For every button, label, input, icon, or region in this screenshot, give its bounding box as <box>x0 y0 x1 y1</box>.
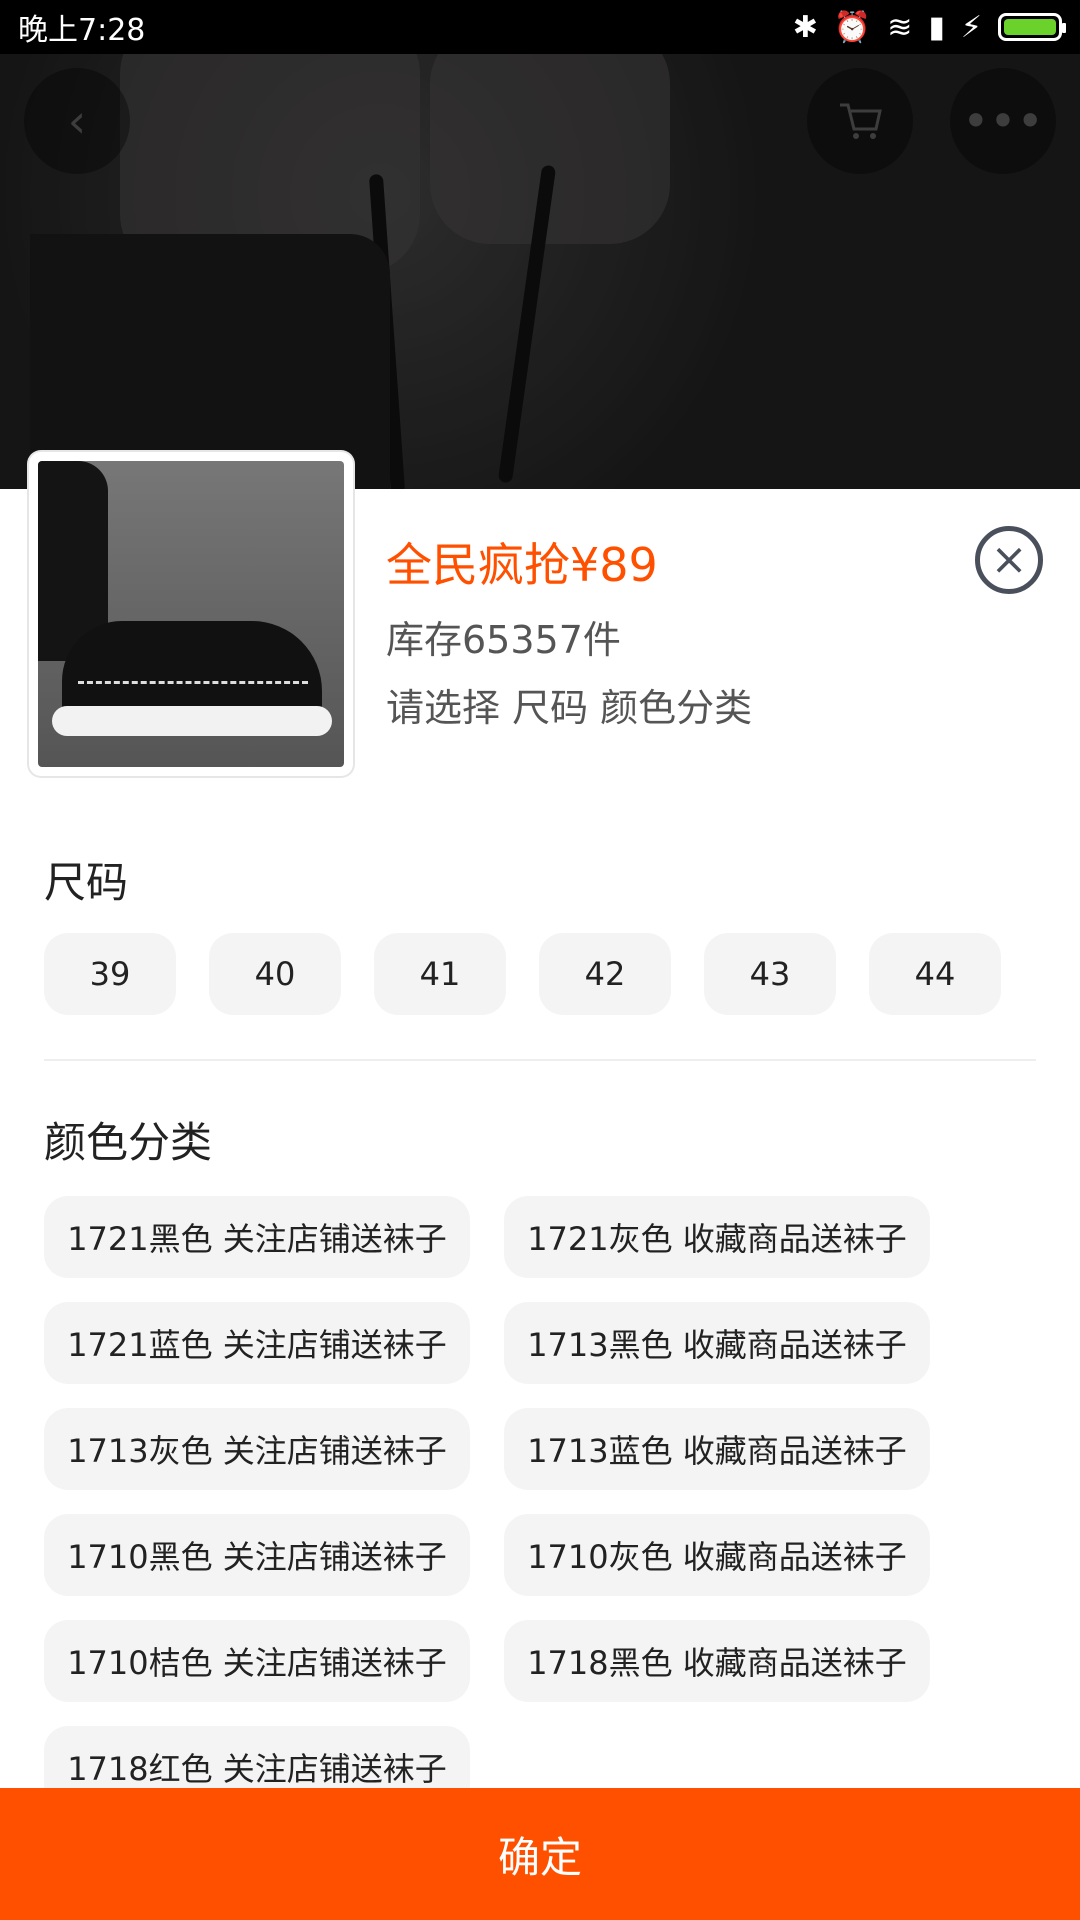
size-section-title: 尺码 <box>44 858 129 907</box>
more-icon: ••• <box>962 94 1044 148</box>
status-icons: ✱ ⏰ ≋ ▮ ⚡ <box>792 9 1066 45</box>
color-option[interactable]: 1713灰色 关注店铺送袜子 <box>44 1408 470 1490</box>
status-time: 晚上7:28 <box>18 13 146 48</box>
color-option[interactable]: 1710黑色 关注店铺送袜子 <box>44 1514 470 1596</box>
product-price: 全民疯抢¥89 <box>386 538 658 592</box>
back-button[interactable]: ‹ <box>24 68 130 174</box>
wifi-icon: ≋ <box>887 9 913 45</box>
back-arrow-icon: ‹ <box>67 94 87 148</box>
alarm-icon: ⏰ <box>833 9 872 45</box>
color-option[interactable]: 1718黑色 收藏商品送袜子 <box>504 1620 930 1702</box>
color-option[interactable]: 1713黑色 收藏商品送袜子 <box>504 1302 930 1384</box>
color-option[interactable]: 1710桔色 关注店铺送袜子 <box>44 1620 470 1702</box>
cart-button[interactable] <box>807 68 913 174</box>
size-option-42[interactable]: 42 <box>539 933 671 1015</box>
product-stock: 库存65357件 <box>386 618 621 662</box>
close-icon: × <box>990 534 1028 585</box>
close-button[interactable]: × <box>975 526 1043 594</box>
size-option-39[interactable]: 39 <box>44 933 176 1015</box>
size-option-43[interactable]: 43 <box>704 933 836 1015</box>
color-option[interactable]: 1710灰色 收藏商品送袜子 <box>504 1514 930 1596</box>
charging-icon: ⚡ <box>960 9 982 45</box>
cart-icon <box>840 103 882 139</box>
color-option[interactable]: 1721黑色 关注店铺送袜子 <box>44 1196 470 1278</box>
more-button[interactable]: ••• <box>950 68 1056 174</box>
size-option-44[interactable]: 44 <box>869 933 1001 1015</box>
product-hero-image: ‹ ••• <box>0 54 1080 489</box>
size-option-40[interactable]: 40 <box>209 933 341 1015</box>
confirm-button[interactable]: 确定 <box>0 1788 1080 1920</box>
signal-icon: ▮ <box>928 9 945 45</box>
bluetooth-icon: ✱ <box>792 9 818 45</box>
product-thumbnail <box>29 452 353 776</box>
color-option[interactable]: 1713蓝色 收藏商品送袜子 <box>504 1408 930 1490</box>
size-option-41[interactable]: 41 <box>374 933 506 1015</box>
section-divider <box>44 1059 1036 1061</box>
color-section-title: 颜色分类 <box>44 1118 213 1167</box>
status-bar: 晚上7:28 ✱ ⏰ ≋ ▮ ⚡ <box>0 0 1080 54</box>
color-option[interactable]: 1721灰色 收藏商品送袜子 <box>504 1196 930 1278</box>
selection-hint: 请选择 尺码 颜色分类 <box>386 686 753 730</box>
sku-sheet: 全民疯抢¥89 库存65357件 请选择 尺码 颜色分类 × 尺码 39 40 … <box>0 452 1080 1920</box>
battery-icon <box>998 13 1066 41</box>
color-option[interactable]: 1721蓝色 关注店铺送袜子 <box>44 1302 470 1384</box>
